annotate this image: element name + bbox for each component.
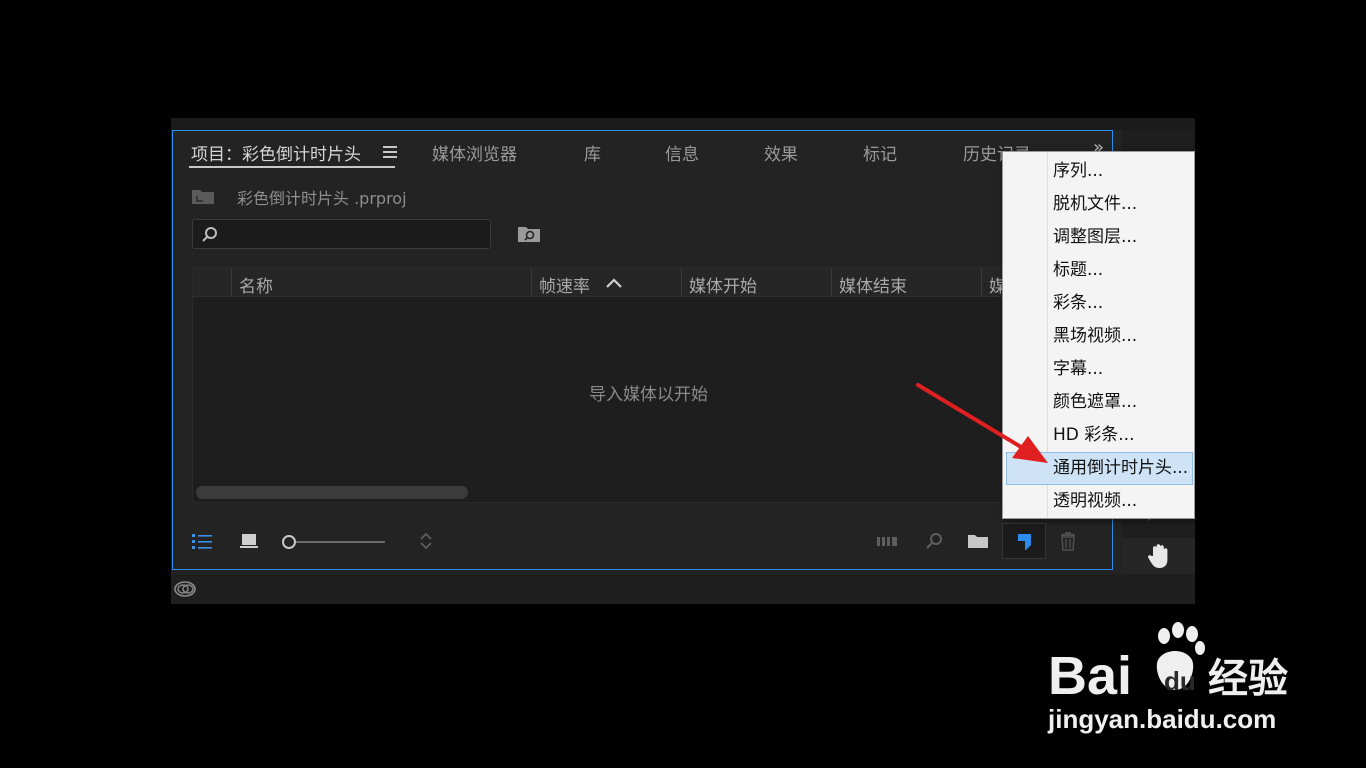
automate-to-sequence-icon[interactable] — [876, 531, 898, 551]
tab-effects[interactable]: 效果 — [764, 140, 798, 165]
column-name[interactable]: 名称 — [239, 272, 273, 297]
watermark-url: jingyan.baidu.com — [1048, 704, 1277, 734]
find-icon[interactable] — [923, 531, 945, 551]
tab-project[interactable]: 项目：彩色倒计时片头 — [191, 140, 361, 165]
new-search-bin-icon[interactable] — [517, 224, 541, 244]
menu-item-color-matte[interactable]: 颜色遮罩... — [1003, 386, 1194, 419]
menu-item-adjustment-layer[interactable]: 调整图层... — [1003, 221, 1194, 254]
menu-item-sequence[interactable]: 序列... — [1003, 155, 1194, 188]
status-bar — [171, 574, 1195, 604]
empty-state-message: 导入媒体以开始 — [589, 385, 708, 405]
new-bin-icon[interactable] — [967, 531, 989, 551]
media-table: 名称 帧速率 媒体开始 媒体结束 媒 导入媒体以开始 — [192, 267, 1103, 503]
column-divider — [531, 268, 532, 296]
sort-ascending-icon[interactable] — [605, 276, 623, 290]
top-strip — [171, 118, 1195, 130]
search-box[interactable] — [192, 219, 491, 249]
creative-cloud-icon[interactable] — [173, 580, 197, 598]
active-tab-underline — [189, 166, 395, 168]
menu-item-captions[interactable]: 字幕... — [1003, 353, 1194, 386]
hand-tool-button[interactable] — [1122, 538, 1195, 574]
new-item-button[interactable] — [1002, 523, 1046, 559]
column-divider — [831, 268, 832, 296]
tab-markers[interactable]: 标记 — [863, 140, 897, 165]
column-media-end[interactable]: 媒体结束 — [839, 272, 907, 297]
table-header: 名称 帧速率 媒体开始 媒体结束 媒 — [193, 268, 1102, 297]
horizontal-scrollbar[interactable] — [196, 486, 468, 499]
icon-view-icon[interactable] — [239, 531, 261, 551]
trash-icon[interactable] — [1057, 531, 1079, 551]
tab-media-browser[interactable]: 媒体浏览器 — [432, 140, 517, 165]
sort-icons-icon[interactable] — [415, 531, 437, 551]
svg-text:Bai: Bai — [1048, 646, 1132, 706]
baidu-jingyan-watermark-logo: Bai du 经验 — [1048, 622, 1288, 706]
new-item-context-menu: 序列... 脱机文件... 调整图层... 标题... 彩条... 黑场视频..… — [1002, 151, 1195, 519]
menu-item-bars-and-tone[interactable]: 彩条... — [1003, 287, 1194, 320]
menu-item-hd-bars[interactable]: HD 彩条... — [1003, 419, 1194, 452]
menu-item-black-video[interactable]: 黑场视频... — [1003, 320, 1194, 353]
zoom-slider-track[interactable] — [283, 541, 385, 543]
tab-info[interactable]: 信息 — [665, 140, 699, 165]
menu-item-universal-countdown-leader[interactable]: 通用倒计时片头... — [1006, 452, 1193, 485]
column-divider — [231, 268, 232, 296]
svg-text:经验: 经验 — [1208, 656, 1288, 702]
project-folder-icon — [192, 190, 214, 204]
tab-libraries[interactable]: 库 — [584, 140, 601, 165]
panel-menu-icon[interactable] — [383, 146, 397, 158]
project-panel: 项目：彩色倒计时片头 媒体浏览器 库 信息 效果 标记 历史记录 » 彩色倒计时… — [172, 130, 1113, 570]
search-input[interactable] — [225, 224, 489, 246]
column-media-start[interactable]: 媒体开始 — [689, 272, 757, 297]
panel-footer-toolbar — [173, 523, 1112, 559]
column-frame-rate[interactable]: 帧速率 — [539, 272, 590, 297]
column-divider — [981, 268, 982, 296]
menu-item-transparent-video[interactable]: 透明视频... — [1003, 485, 1194, 518]
project-filename: 彩色倒计时片头 .prproj — [237, 189, 407, 208]
column-divider — [681, 268, 682, 296]
new-item-icon — [1018, 534, 1031, 550]
menu-item-title[interactable]: 标题... — [1003, 254, 1194, 287]
svg-text:du: du — [1164, 666, 1196, 696]
panel-tabs: 项目：彩色倒计时片头 媒体浏览器 库 信息 效果 标记 历史记录 » — [173, 131, 1112, 169]
menu-item-offline-file[interactable]: 脱机文件... — [1003, 188, 1194, 221]
search-icon — [202, 227, 217, 242]
hand-tool-icon — [1148, 544, 1168, 568]
zoom-slider-handle[interactable] — [282, 535, 296, 549]
list-view-icon[interactable] — [191, 531, 213, 551]
